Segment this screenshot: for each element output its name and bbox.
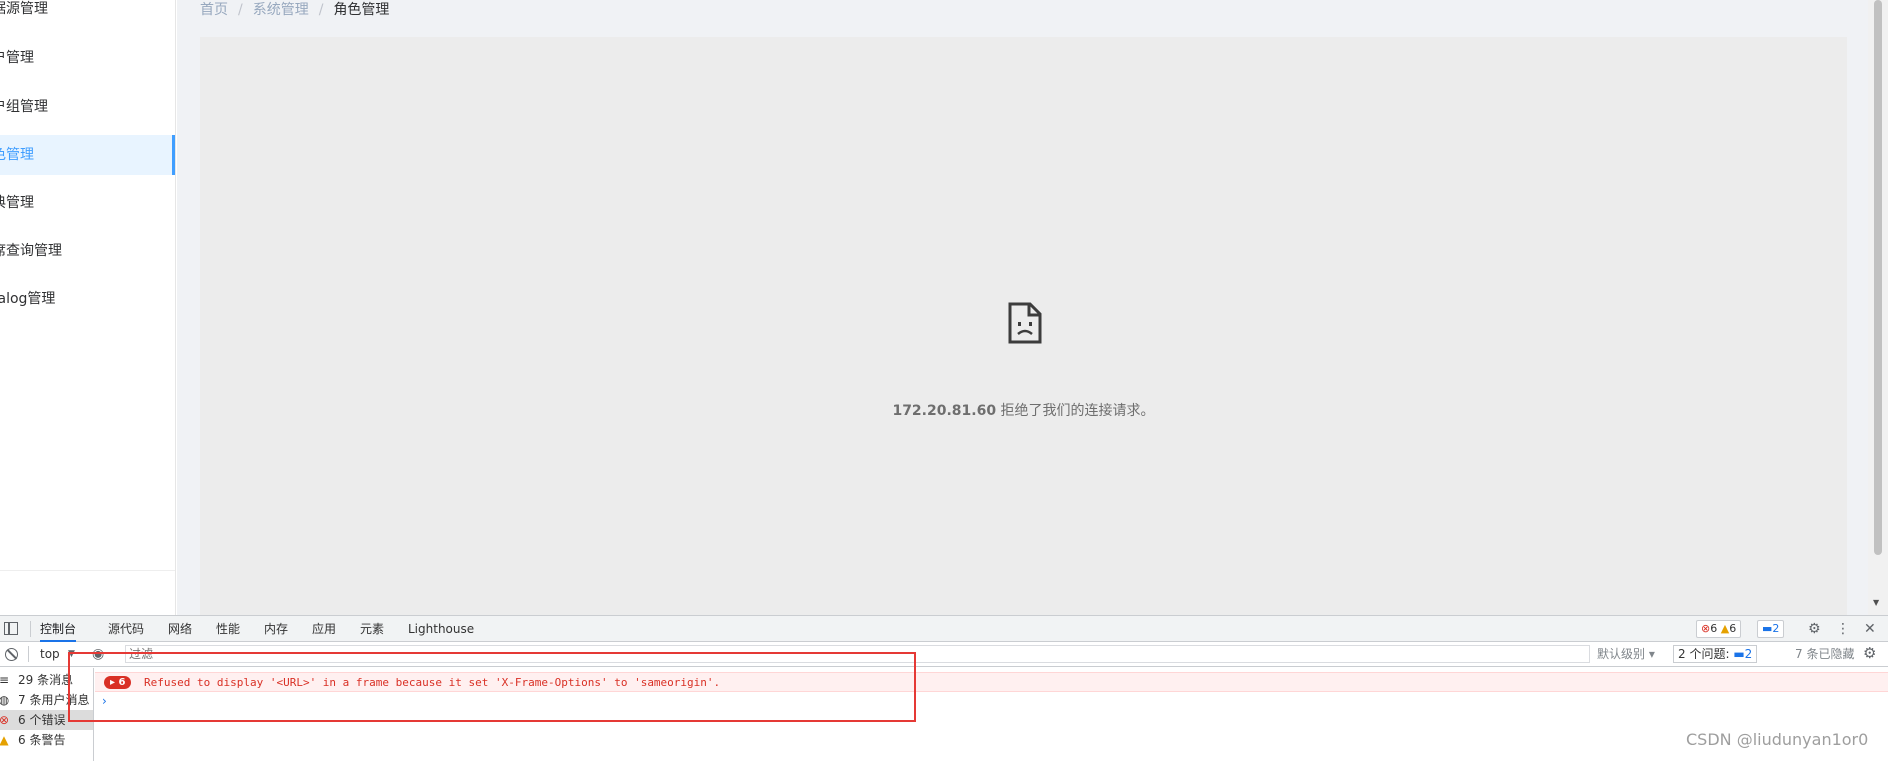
sidebar-item-dictionary[interactable]: 典管理 bbox=[0, 183, 175, 223]
breadcrumb-current: 角色管理 bbox=[333, 2, 390, 18]
breadcrumb-separator: / bbox=[238, 2, 243, 18]
issues-label: 2 个问题: bbox=[1678, 647, 1730, 661]
tab-performance[interactable]: 性能 bbox=[216, 616, 240, 642]
breadcrumb-home[interactable]: 首页 bbox=[200, 2, 228, 18]
devtools-tabbar: 控制台 源代码 网络 性能 内存 应用 元素 Lighthouse ⊗6 ▲6 … bbox=[0, 616, 1888, 642]
page-scrollbar[interactable]: ▼ bbox=[1868, 0, 1888, 615]
sidebar-item-label: 席查询管理 bbox=[0, 243, 62, 259]
message-icon: ▬ bbox=[1733, 647, 1745, 661]
main-content: 首页 / 系统管理 / 角色管理 172.20.81.60 拒绝了我们的连接请求。 bbox=[177, 0, 1868, 615]
warning-icon: ▲ bbox=[0, 733, 9, 747]
settings-gear-icon[interactable]: ⚙ bbox=[1808, 620, 1821, 638]
divider bbox=[28, 646, 29, 662]
issues-count: 2 bbox=[1744, 647, 1753, 661]
close-icon[interactable]: ✕ bbox=[1864, 620, 1876, 638]
scrollbar-thumb[interactable] bbox=[1874, 0, 1882, 555]
breadcrumb: 首页 / 系统管理 / 角色管理 bbox=[200, 0, 389, 20]
tab-network[interactable]: 网络 bbox=[168, 616, 192, 642]
user-icon: ◍ bbox=[0, 693, 10, 707]
issues-counter[interactable]: ▬2 bbox=[1757, 620, 1785, 638]
tab-console[interactable]: 控制台 bbox=[40, 616, 77, 642]
error-host: 172.20.81.60 bbox=[892, 403, 997, 419]
warning-count: 6 bbox=[1729, 622, 1737, 635]
more-options-icon[interactable]: ⋮ bbox=[1836, 620, 1850, 638]
scroll-down-arrow-icon[interactable]: ▼ bbox=[1873, 598, 1879, 607]
sidebar-item-query[interactable]: 席查询管理 bbox=[0, 231, 175, 271]
sidebar-item-label: talog管理 bbox=[0, 291, 56, 307]
sad-page-icon bbox=[1008, 302, 1042, 344]
annotation-highlight-box bbox=[68, 652, 916, 722]
embedded-frame: 172.20.81.60 拒绝了我们的连接请求。 bbox=[200, 37, 1847, 615]
device-toggle-icon[interactable] bbox=[4, 622, 18, 635]
sidebar-item-users[interactable]: 户管理 bbox=[0, 38, 175, 78]
sidebar-item-label: 户组管理 bbox=[0, 99, 48, 115]
warning-icon: ▲ bbox=[1720, 622, 1730, 635]
side-label: 29 条消息 bbox=[18, 673, 74, 687]
sidebar-item-label: 户管理 bbox=[0, 50, 34, 66]
app-window: 据源管理 户管理 户组管理 色管理 典管理 席查询管理 talog管理 首页 / 系… bbox=[0, 0, 1888, 615]
chevron-down-icon: ▾ bbox=[1648, 647, 1655, 661]
breadcrumb-separator: / bbox=[318, 2, 324, 18]
list-icon: ≡ bbox=[0, 673, 10, 687]
breadcrumb-system[interactable]: 系统管理 bbox=[253, 2, 309, 18]
tab-memory[interactable]: 内存 bbox=[264, 616, 288, 642]
divider bbox=[30, 621, 31, 637]
side-label: 6 条警告 bbox=[18, 733, 66, 747]
error-warning-counter[interactable]: ⊗6 ▲6 bbox=[1696, 620, 1742, 638]
sidebar-divider bbox=[0, 570, 175, 571]
watermark: CSDN @liudunyan1or0 bbox=[1686, 730, 1869, 749]
side-warnings[interactable]: ▲ 6 条警告 bbox=[0, 730, 93, 750]
connection-refused-message: 172.20.81.60 拒绝了我们的连接请求。 bbox=[200, 400, 1847, 420]
error-icon: ⊗ bbox=[0, 713, 10, 727]
error-icon: ⊗ bbox=[1701, 622, 1711, 635]
message-icon: ▬ bbox=[1762, 622, 1773, 635]
context-selector[interactable]: top bbox=[40, 646, 60, 662]
tab-elements[interactable]: 元素 bbox=[360, 616, 384, 642]
sidebar-item-roles[interactable]: 色管理 bbox=[0, 135, 175, 175]
issues-button[interactable]: 2 个问题: ▬2 bbox=[1673, 645, 1758, 663]
issues-badge-count: 2 bbox=[1772, 622, 1780, 635]
sidebar-item-label: 色管理 bbox=[0, 147, 34, 163]
tab-application[interactable]: 应用 bbox=[312, 616, 336, 642]
sidebar-item-label: 据源管理 bbox=[0, 1, 48, 17]
side-label: 6 个错误 bbox=[18, 713, 66, 727]
tab-sources[interactable]: 源代码 bbox=[108, 616, 144, 642]
log-levels-dropdown[interactable]: 默认级别 ▾ bbox=[1597, 646, 1655, 662]
error-count: 6 bbox=[1710, 622, 1718, 635]
console-settings-gear-icon[interactable]: ⚙ bbox=[1863, 644, 1876, 662]
sidebar-menu: 据源管理 户管理 户组管理 色管理 典管理 席查询管理 talog管理 bbox=[0, 0, 176, 615]
clear-console-icon[interactable] bbox=[5, 648, 18, 661]
hidden-messages-count: 7 条已隐藏 bbox=[1795, 647, 1855, 661]
tab-lighthouse[interactable]: Lighthouse bbox=[408, 616, 474, 642]
levels-label: 默认级别 bbox=[1597, 647, 1646, 661]
sidebar-item-datasource[interactable]: 据源管理 bbox=[0, 0, 175, 29]
sidebar-item-label: 典管理 bbox=[0, 195, 34, 211]
sidebar-item-user-groups[interactable]: 户组管理 bbox=[0, 87, 175, 127]
sidebar-item-catalog[interactable]: talog管理 bbox=[0, 279, 175, 319]
error-message: 拒绝了我们的连接请求。 bbox=[1000, 403, 1155, 419]
